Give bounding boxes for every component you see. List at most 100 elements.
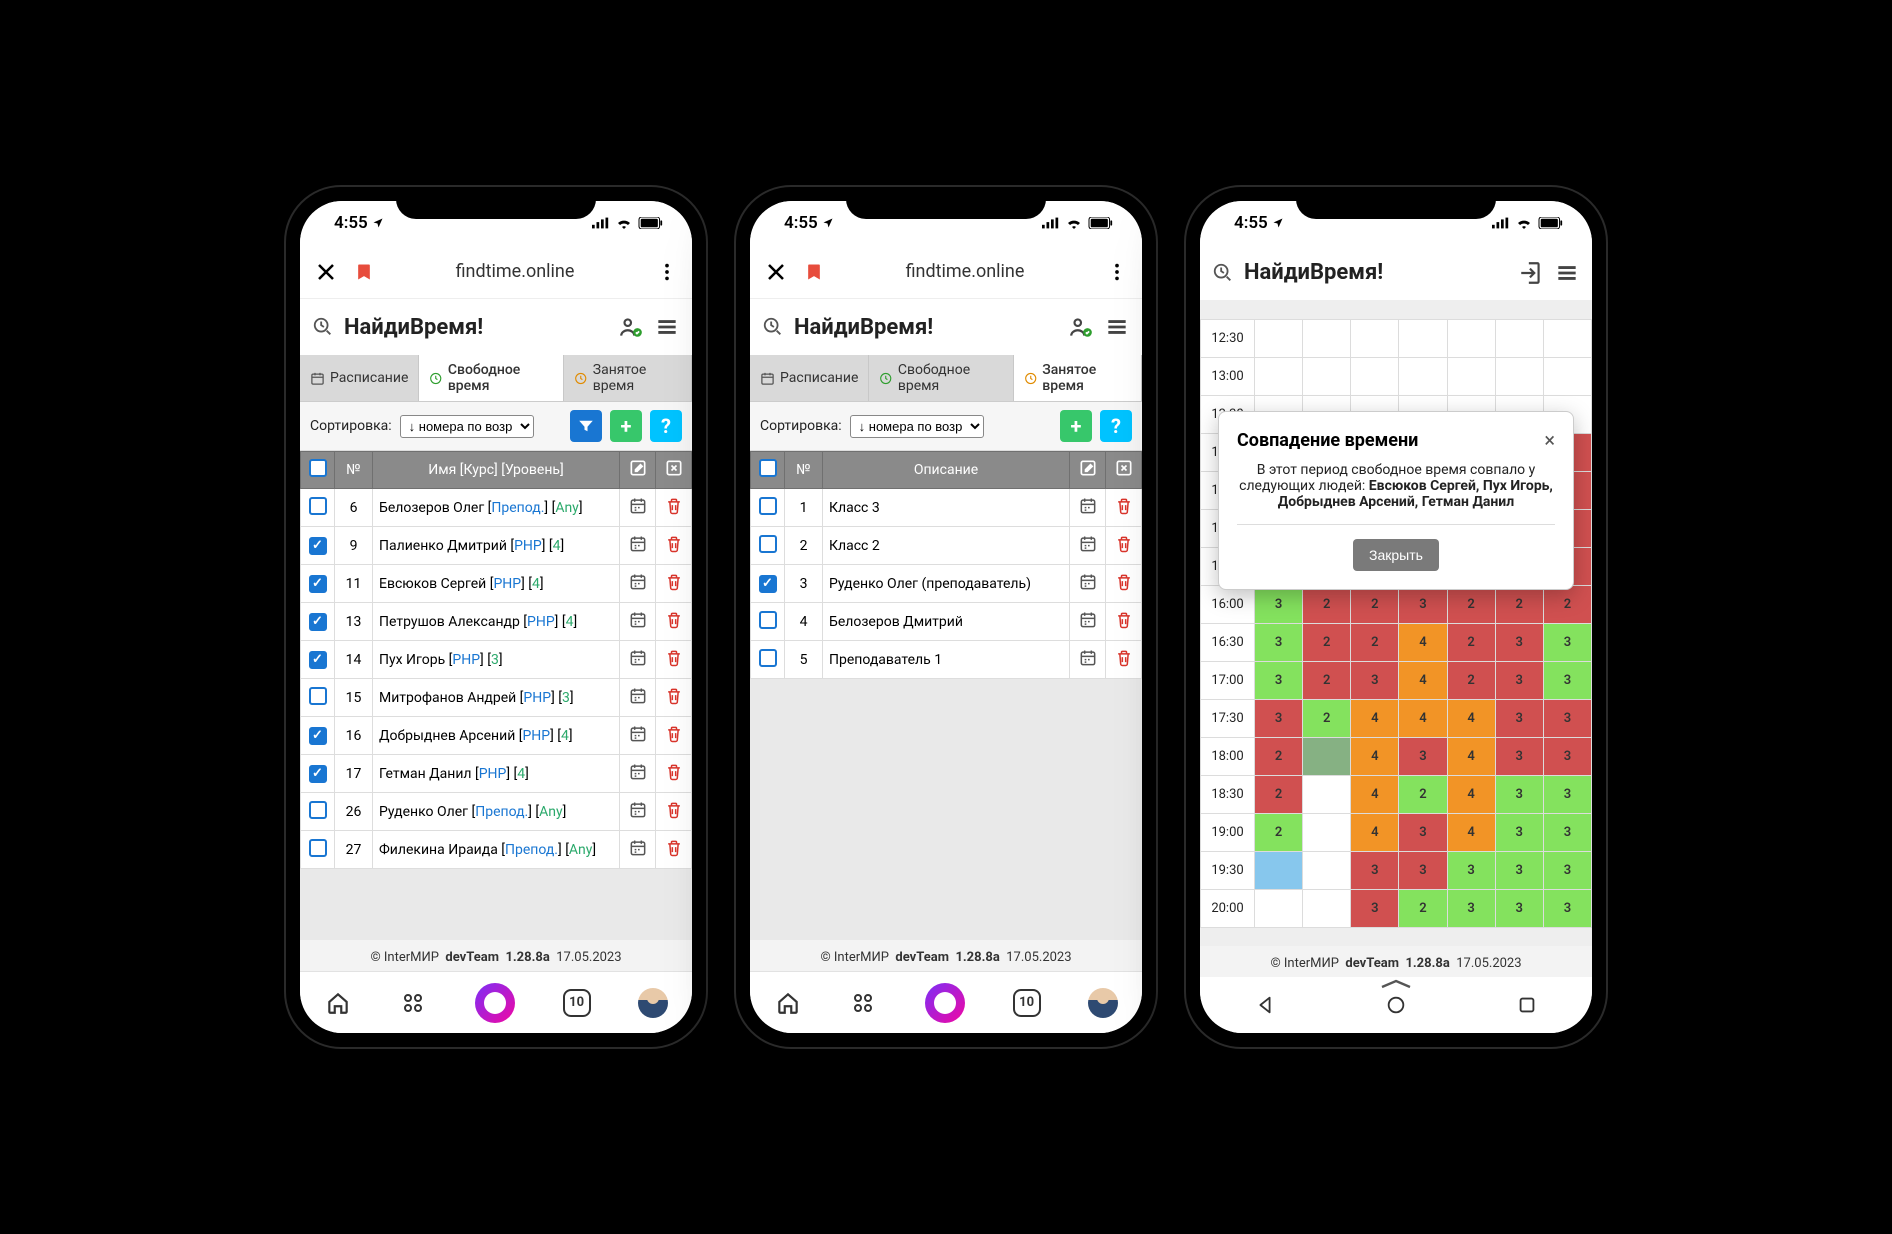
- table-row[interactable]: 17Гетман Данил [PHP] [4]: [301, 755, 692, 793]
- apps-icon[interactable]: [849, 989, 877, 1017]
- close-icon[interactable]: [314, 260, 338, 284]
- filter-button[interactable]: [570, 410, 602, 442]
- sort-select[interactable]: ↓ номера по возр: [400, 415, 534, 438]
- recent-icon[interactable]: [1516, 994, 1538, 1016]
- edit-pen-icon[interactable]: [1078, 458, 1098, 478]
- delete-x-icon[interactable]: [1114, 458, 1134, 478]
- grid-cell[interactable]: 2: [1255, 738, 1303, 776]
- grid-cell[interactable]: 3: [1543, 624, 1591, 662]
- row-checkbox[interactable]: [309, 575, 327, 593]
- grid-cell[interactable]: [1255, 852, 1303, 890]
- grid-cell[interactable]: 3: [1255, 700, 1303, 738]
- grid-cell[interactable]: 3: [1495, 852, 1543, 890]
- grid-cell[interactable]: 3: [1495, 700, 1543, 738]
- calendar-icon[interactable]: [620, 679, 656, 717]
- grid-cell[interactable]: 3: [1399, 738, 1447, 776]
- grid-cell[interactable]: 2: [1447, 586, 1495, 624]
- home-circle-icon[interactable]: [1385, 994, 1407, 1016]
- calendar-icon[interactable]: [1070, 527, 1106, 565]
- trash-icon[interactable]: [656, 717, 692, 755]
- grid-cell[interactable]: 4: [1399, 662, 1447, 700]
- home-icon[interactable]: [774, 989, 802, 1017]
- menu-icon[interactable]: [1554, 260, 1580, 286]
- add-button[interactable]: +: [610, 410, 642, 442]
- grid-cell[interactable]: [1303, 852, 1351, 890]
- calendar-icon[interactable]: [620, 527, 656, 565]
- help-button[interactable]: ?: [650, 410, 682, 442]
- row-checkbox[interactable]: [759, 535, 777, 553]
- table-row[interactable]: 14Пух Игорь [PHP] [3]: [301, 641, 692, 679]
- url-text[interactable]: findtime.online: [390, 261, 640, 282]
- grid-cell[interactable]: 2: [1255, 776, 1303, 814]
- avatar-icon[interactable]: [638, 988, 668, 1018]
- grid-cell[interactable]: 4: [1447, 776, 1495, 814]
- modal-close-icon[interactable]: ×: [1544, 428, 1555, 452]
- row-checkbox[interactable]: [759, 649, 777, 667]
- table-row[interactable]: 5Преподаватель 1: [751, 641, 1142, 679]
- grid-cell[interactable]: 2: [1303, 586, 1351, 624]
- help-button[interactable]: ?: [1100, 410, 1132, 442]
- grid-cell[interactable]: [1543, 358, 1591, 396]
- table-row[interactable]: 1Класс 3: [751, 489, 1142, 527]
- grid-cell[interactable]: [1303, 814, 1351, 852]
- grid-cell[interactable]: 2: [1399, 776, 1447, 814]
- tab-busy-time[interactable]: Занятое время: [1014, 355, 1142, 401]
- grid-cell[interactable]: 3: [1495, 890, 1543, 928]
- grid-cell[interactable]: [1447, 320, 1495, 358]
- grid-cell[interactable]: [1351, 358, 1399, 396]
- grid-cell[interactable]: 4: [1447, 738, 1495, 776]
- grid-cell[interactable]: 4: [1399, 624, 1447, 662]
- edit-pen-icon[interactable]: [628, 458, 648, 478]
- grid-cell[interactable]: [1399, 358, 1447, 396]
- grid-cell[interactable]: 3: [1543, 814, 1591, 852]
- grid-cell[interactable]: 2: [1351, 586, 1399, 624]
- sort-select[interactable]: ↓ номера по возр: [850, 415, 984, 438]
- trash-icon[interactable]: [1106, 603, 1142, 641]
- home-icon[interactable]: [324, 989, 352, 1017]
- checkbox-all[interactable]: [759, 459, 777, 477]
- tab-busy-time[interactable]: Занятое время: [564, 355, 692, 401]
- trash-icon[interactable]: [656, 641, 692, 679]
- grid-cell[interactable]: 4: [1351, 700, 1399, 738]
- grid-cell[interactable]: [1303, 776, 1351, 814]
- row-checkbox[interactable]: [309, 801, 327, 819]
- grid-cell[interactable]: 3: [1543, 776, 1591, 814]
- url-text[interactable]: findtime.online: [840, 261, 1090, 282]
- grid-cell[interactable]: 3: [1495, 662, 1543, 700]
- calendar-icon[interactable]: [1070, 565, 1106, 603]
- grid-cell[interactable]: [1399, 320, 1447, 358]
- table-row[interactable]: 13Петрушов Александр [PHP] [4]: [301, 603, 692, 641]
- tabs-count[interactable]: 10: [563, 989, 591, 1017]
- table-row[interactable]: 11Евсюков Сергей [PHP] [4]: [301, 565, 692, 603]
- grid-cell[interactable]: 2: [1303, 700, 1351, 738]
- calendar-icon[interactable]: [620, 489, 656, 527]
- calendar-icon[interactable]: [1070, 603, 1106, 641]
- grid-cell[interactable]: 4: [1351, 776, 1399, 814]
- grid-cell[interactable]: 3: [1351, 662, 1399, 700]
- grid-cell[interactable]: 4: [1399, 700, 1447, 738]
- bookmark-icon[interactable]: [804, 261, 824, 283]
- person-check-icon[interactable]: [618, 314, 644, 340]
- grid-cell[interactable]: [1255, 320, 1303, 358]
- table-row[interactable]: 4Белозеров Дмитрий: [751, 603, 1142, 641]
- tab-free-time[interactable]: Свободное время: [869, 355, 1013, 401]
- trash-icon[interactable]: [1106, 565, 1142, 603]
- grid-cell[interactable]: 3: [1495, 814, 1543, 852]
- trash-icon[interactable]: [656, 489, 692, 527]
- grid-cell[interactable]: 3: [1255, 662, 1303, 700]
- row-checkbox[interactable]: [309, 727, 327, 745]
- row-checkbox[interactable]: [759, 611, 777, 629]
- trash-icon[interactable]: [656, 793, 692, 831]
- trash-icon[interactable]: [656, 603, 692, 641]
- calendar-icon[interactable]: [1070, 489, 1106, 527]
- row-checkbox[interactable]: [309, 687, 327, 705]
- avatar-icon[interactable]: [1088, 988, 1118, 1018]
- row-checkbox[interactable]: [309, 839, 327, 857]
- grid-cell[interactable]: 3: [1399, 586, 1447, 624]
- table-row[interactable]: 3Руденко Олег (преподаватель): [751, 565, 1142, 603]
- table-row[interactable]: 27Филекина Ираида [Препод.] [Any]: [301, 831, 692, 869]
- table-row[interactable]: 6Белозеров Олег [Препод.] [Any]: [301, 489, 692, 527]
- tabs-count[interactable]: 10: [1013, 989, 1041, 1017]
- table-row[interactable]: 9Палиенко Дмитрий [PHP] [4]: [301, 527, 692, 565]
- back-icon[interactable]: [1254, 994, 1276, 1016]
